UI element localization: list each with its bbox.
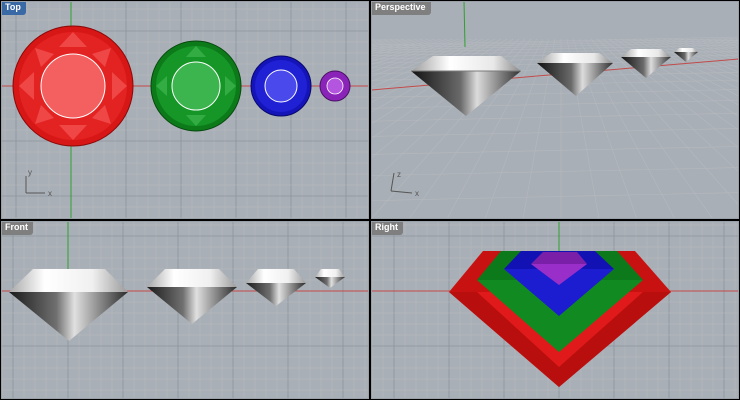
viewport-right[interactable]: Right — [371, 221, 739, 399]
viewport-perspective[interactable]: x z Perspective — [371, 1, 739, 219]
blue-gem-top[interactable] — [250, 55, 312, 117]
viewport-front[interactable]: Front — [1, 221, 369, 399]
red-gem-top[interactable] — [12, 25, 134, 147]
viewport-title-front[interactable]: Front — [1, 221, 33, 235]
green-gem-top[interactable] — [150, 40, 242, 132]
perspective-view-canvas[interactable]: x z — [371, 1, 739, 219]
viewport-title-right[interactable]: Right — [371, 221, 403, 235]
purple-gem-top[interactable] — [319, 70, 351, 102]
viewport-title-perspective[interactable]: Perspective — [371, 1, 431, 15]
axis-x-label: x — [48, 189, 52, 198]
viewport-top[interactable]: x y Top — [1, 1, 369, 219]
viewport-background — [371, 1, 739, 219]
front-view-canvas[interactable] — [1, 221, 369, 399]
top-view-canvas[interactable]: x y — [1, 1, 369, 219]
axis-y-label: y — [28, 168, 32, 177]
axis-x-label: x — [415, 189, 419, 198]
axis-z-label: z — [397, 170, 401, 179]
viewport-title-top[interactable]: Top — [1, 1, 26, 15]
right-view-canvas[interactable] — [371, 221, 739, 399]
rhino-workspace: x y Top x z Perspective Front Right — [0, 0, 740, 400]
